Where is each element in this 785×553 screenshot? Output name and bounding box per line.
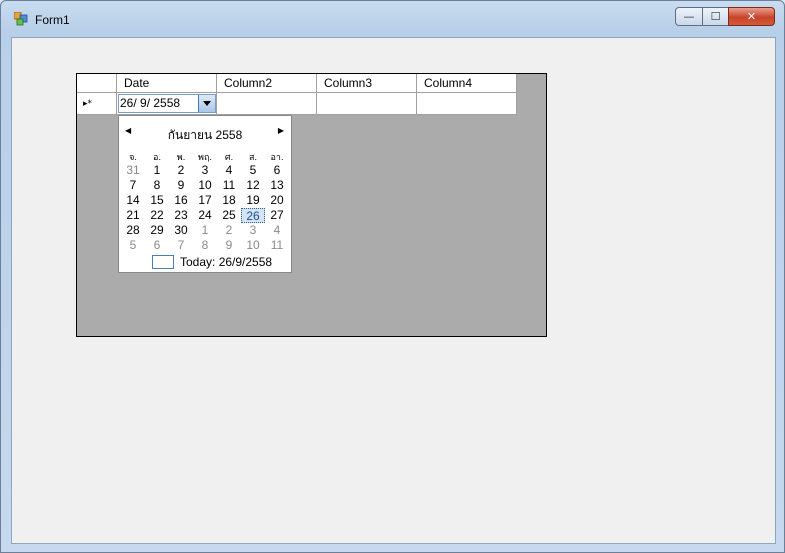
weekday-label: ส. [249,152,257,162]
chevron-down-icon [203,101,211,106]
close-button[interactable]: ✕ [728,7,775,26]
calendar-day[interactable]: 9 [217,238,241,253]
app-icon [14,12,28,26]
column-header-column3[interactable]: Column3 [317,74,417,93]
minimize-button[interactable]: — [675,7,703,26]
column-header-column2[interactable]: Column2 [217,74,317,93]
new-row-marker[interactable]: ▸* [77,93,117,115]
weekday-header-row: จ. อ. พ. พฤ. ศ. ส. อา. [121,150,289,164]
calendar-day[interactable]: 12 [241,178,265,193]
close-icon: ✕ [746,10,757,23]
calendar-day[interactable]: 20 [265,193,289,208]
calendar-day[interactable]: 1 [193,223,217,238]
next-month-icon[interactable]: ▶ [278,126,284,135]
calendar-day[interactable]: 18 [217,193,241,208]
calendar-day[interactable]: 28 [121,223,145,238]
maximize-button[interactable]: ☐ [702,7,729,26]
new-row: ▸* 26/ 9/ 2558 [77,93,518,115]
weekday-label: ศ. [224,152,234,162]
calendar-day[interactable]: 3 [193,163,217,178]
header-corner[interactable] [77,74,117,93]
calendar-day[interactable]: 9 [169,178,193,193]
form1-window: Form1 — ☐ ✕ Date Column2 Column3 Column4… [0,0,785,553]
calendar-day[interactable]: 29 [145,223,169,238]
calendar-day[interactable]: 16 [169,193,193,208]
calendar-day-grid: 31 1 2 3 4 5 6 7 8 9 10 11 12 13 14 15 16 17 18 19 20 21 22 23 2… [121,163,289,253]
weekday-label: จ. [129,152,137,162]
calendar-day[interactable]: 6 [265,163,289,178]
column3-cell[interactable] [317,93,417,115]
date-dropdown-button[interactable] [198,95,215,112]
maximize-icon: ☐ [710,10,721,23]
calendar-day[interactable]: 5 [241,163,265,178]
calendar-month-title[interactable]: กันยายน 2558 [119,126,291,145]
column-header-date[interactable]: Date [117,74,217,93]
calendar-day[interactable]: 4 [265,223,289,238]
calendar-day[interactable]: 10 [241,238,265,253]
date-cell[interactable]: 26/ 9/ 2558 [117,93,217,115]
calendar-day[interactable]: 30 [169,223,193,238]
calendar-day[interactable]: 7 [169,238,193,253]
title-bar[interactable]: Form1 — ☐ ✕ [1,1,784,35]
today-marker-icon [152,255,174,269]
form-client-area: Date Column2 Column3 Column4 ▸* 26/ 9/ 2… [11,37,776,544]
selected-day[interactable]: 26 [241,208,265,223]
calendar-day[interactable]: 3 [241,223,265,238]
weekday-label: อ. [153,152,161,162]
calendar-day[interactable]: 2 [169,163,193,178]
column-header-column4[interactable]: Column4 [417,74,517,93]
calendar-day[interactable]: 14 [121,193,145,208]
window-title: Form1 [35,13,70,27]
calendar-day[interactable]: 27 [265,208,289,223]
calendar-day[interactable]: 7 [121,178,145,193]
date-picker-value: 26/ 9/ 2558 [120,96,181,110]
calendar-day[interactable]: 31 [121,163,145,178]
date-picker-editor[interactable]: 26/ 9/ 2558 [118,94,216,113]
today-link[interactable]: Today: 26/9/2558 [152,255,272,269]
month-calendar-dropdown: ◀ กันยายน 2558 ▶ จ. อ. พ. พฤ. ศ. ส. อา. 31 1 2 3 4… [118,115,292,273]
calendar-day[interactable]: 1 [145,163,169,178]
calendar-day[interactable]: 15 [145,193,169,208]
calendar-day[interactable]: 13 [265,178,289,193]
column2-cell[interactable] [217,93,317,115]
weekday-label: อา. [270,152,284,162]
calendar-day[interactable]: 21 [121,208,145,223]
calendar-day[interactable]: 11 [265,238,289,253]
column4-cell[interactable] [417,93,517,115]
calendar-day[interactable]: 23 [169,208,193,223]
calendar-day[interactable]: 4 [217,163,241,178]
weekday-label: พ. [176,152,186,162]
calendar-day[interactable]: 22 [145,208,169,223]
calendar-day[interactable]: 17 [193,193,217,208]
calendar-day[interactable]: 8 [145,178,169,193]
column-header-row: Date Column2 Column3 Column4 [77,74,518,93]
calendar-day[interactable]: 8 [193,238,217,253]
weekday-label: พฤ. [198,152,212,162]
calendar-day[interactable]: 2 [217,223,241,238]
calendar-day[interactable]: 5 [121,238,145,253]
calendar-day[interactable]: 24 [193,208,217,223]
calendar-day[interactable]: 19 [241,193,265,208]
today-label: Today: 26/9/2558 [180,255,273,269]
calendar-day[interactable]: 11 [217,178,241,193]
calendar-day[interactable]: 10 [193,178,217,193]
calendar-day[interactable]: 25 [217,208,241,223]
calendar-day[interactable]: 6 [145,238,169,253]
minimize-icon: — [683,10,695,23]
